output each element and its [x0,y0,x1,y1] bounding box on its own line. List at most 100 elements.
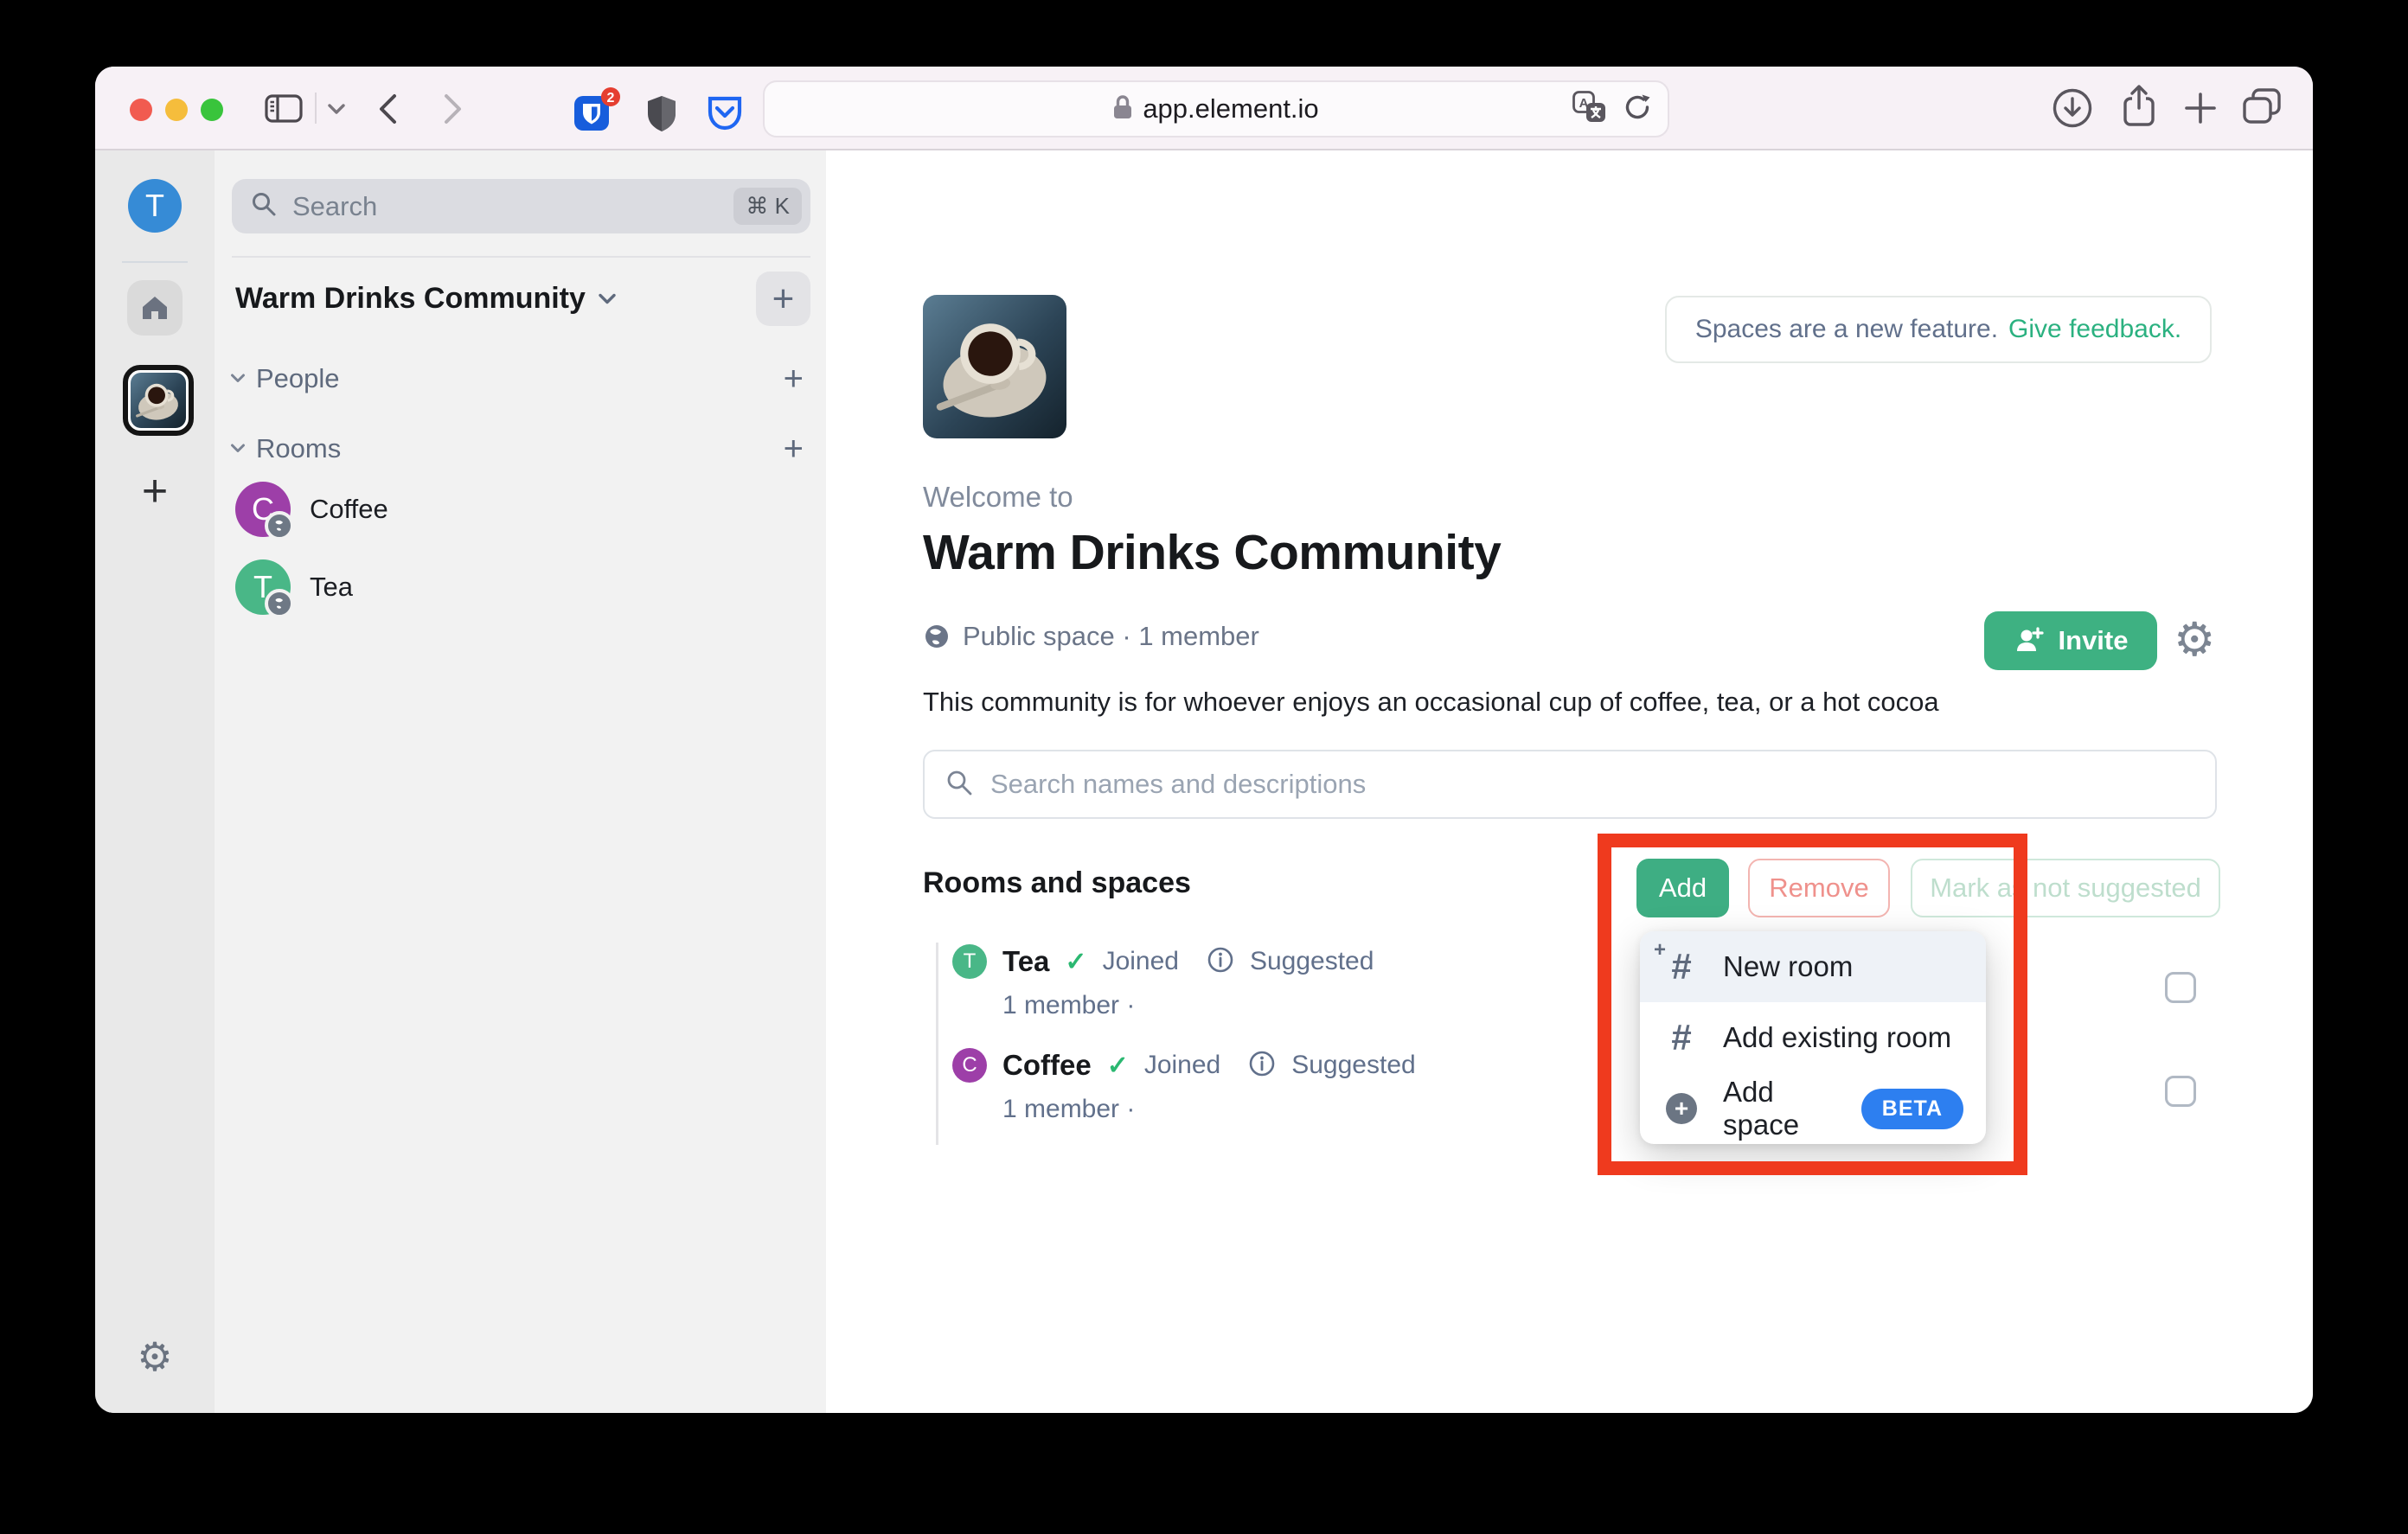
public-room-globe-badge [265,511,294,540]
globe-icon [923,623,951,650]
menu-item-label: Add space [1723,1076,1823,1141]
password-extension-icon[interactable]: 2 [573,87,623,137]
row-checkbox-tea[interactable] [2165,972,2196,1003]
menu-item-add-space[interactable]: + Add space BETA [1640,1073,1986,1144]
joined-label: Joined [1144,1051,1220,1080]
feedback-banner: Spaces are a new feature. Give feedback. [1665,296,2212,363]
people-section-label: People [256,363,773,394]
hash-plus-icon: # + [1662,949,1700,985]
give-feedback-link[interactable]: Give feedback. [2008,315,2181,344]
close-window-button[interactable] [130,99,152,121]
chevron-down-icon [230,444,246,454]
joined-label: Joined [1103,947,1179,976]
room-avatar: T [952,944,987,979]
room-name: Coffee [310,494,388,525]
room-avatar-initial: T [964,949,977,974]
room-avatar: C [952,1048,987,1083]
directory-search[interactable] [923,750,2217,819]
sidebar-toggle-icon[interactable] [265,94,303,127]
back-button[interactable] [377,93,398,130]
invite-button[interactable]: Invite [1984,611,2157,670]
sidebar-search[interactable]: ⌘ K [232,179,810,233]
user-avatar[interactable]: T [128,179,182,233]
result-room-name: Coffee [1002,1049,1092,1082]
user-avatar-initial: T [145,188,164,224]
forward-button[interactable] [443,93,464,130]
suggested-label: Suggested [1250,947,1374,976]
reload-icon[interactable] [1623,93,1652,126]
space-title: Warm Drinks Community [923,524,1501,581]
remove-button[interactable]: Remove [1748,859,1890,917]
space-settings-gear-icon[interactable]: ⚙ [2174,612,2215,667]
sidebar-chevron-down-icon[interactable] [327,103,346,120]
downloads-button[interactable] [2052,87,2093,133]
quick-settings-gear-icon[interactable]: ⚙ [95,1333,215,1380]
space-description: This community is for whoever enjoys an … [923,687,1939,718]
space-add-button[interactable]: + [756,272,810,326]
chevron-down-icon [230,374,246,384]
joined-check-icon: ✓ [1107,1051,1129,1081]
chevron-down-icon [598,293,617,305]
row-checkbox-coffee[interactable] [2165,1076,2196,1107]
lock-icon [1113,94,1132,125]
add-room-button[interactable]: + [784,430,810,469]
beta-badge: BETA [1861,1089,1963,1129]
space-avatar-selected[interactable] [123,365,194,436]
sidebar-room-tea[interactable]: T Tea [235,558,806,616]
url-text: app.element.io [1143,93,1318,125]
room-avatar: T [235,559,291,615]
create-space-button[interactable]: + [95,469,215,514]
room-name: Tea [310,572,353,603]
browser-window: 2 app.element.io A [95,67,2313,1413]
rooms-section-header[interactable]: Rooms + [230,433,810,464]
menu-item-add-existing-room[interactable]: # Add existing room [1640,1002,1986,1073]
result-room-name: Tea [1002,945,1049,978]
space-header[interactable]: Warm Drinks Community [235,272,617,326]
invite-button-label: Invite [2059,625,2129,656]
rooms-and-spaces-heading: Rooms and spaces [923,866,1191,900]
mark-not-suggested-button[interactable]: Mark as not suggested [1911,859,2220,917]
menu-item-label: New room [1723,950,1853,983]
public-room-globe-badge [265,589,294,618]
screenshot-root: 2 app.element.io A [0,0,2408,1534]
suggested-label: Suggested [1291,1051,1415,1080]
translate-icon[interactable]: A [1572,91,1607,128]
address-bar[interactable]: app.element.io A [763,80,1669,137]
results-left-rule [936,943,938,1145]
new-tab-button[interactable] [2181,89,2219,131]
share-button[interactable] [2121,84,2157,133]
room-avatar-initial: C [962,1053,977,1077]
person-add-icon [2014,625,2045,656]
room-list-panel: ⌘ K Warm Drinks Community + People + Roo… [215,150,826,1413]
add-button[interactable]: Add [1636,859,1729,917]
browser-toolbar: 2 app.element.io A [95,67,2313,150]
shield-extension-icon[interactable] [645,94,678,138]
hash-icon: # [1662,1019,1700,1056]
room-list-divider [232,256,810,258]
space-panel: T [95,150,215,1413]
add-people-button[interactable]: + [784,360,810,399]
info-circle-icon [1207,946,1234,978]
search-icon [945,769,973,801]
space-image[interactable] [923,295,1066,438]
people-section-header[interactable]: People + [230,363,810,394]
space-visibility-text: Public space · 1 member [963,621,1259,652]
element-app: T [95,150,2313,1413]
pocket-extension-icon[interactable] [706,94,744,137]
sidebar-search-input[interactable] [291,190,720,223]
info-circle-icon [1248,1050,1276,1082]
minimize-window-button[interactable] [165,99,188,121]
tab-overview-button[interactable] [2242,87,2282,130]
rooms-section-label: Rooms [256,433,773,464]
home-button[interactable] [127,280,183,336]
joined-check-icon: ✓ [1065,947,1086,977]
zoom-window-button[interactable] [201,99,223,121]
menu-item-new-room[interactable]: # + New room [1640,931,1986,1002]
space-home-view: Spaces are a new feature. Give feedback.… [826,150,2313,1413]
search-shortcut-badge: ⌘ K [733,188,802,225]
space-header-name: Warm Drinks Community [235,282,586,316]
add-dropdown-menu: # + New room # Add existing room + [1640,931,1986,1144]
directory-search-input[interactable] [989,768,2194,801]
banner-text: Spaces are a new feature. [1695,315,1998,344]
sidebar-room-coffee[interactable]: C Coffee [235,480,806,538]
